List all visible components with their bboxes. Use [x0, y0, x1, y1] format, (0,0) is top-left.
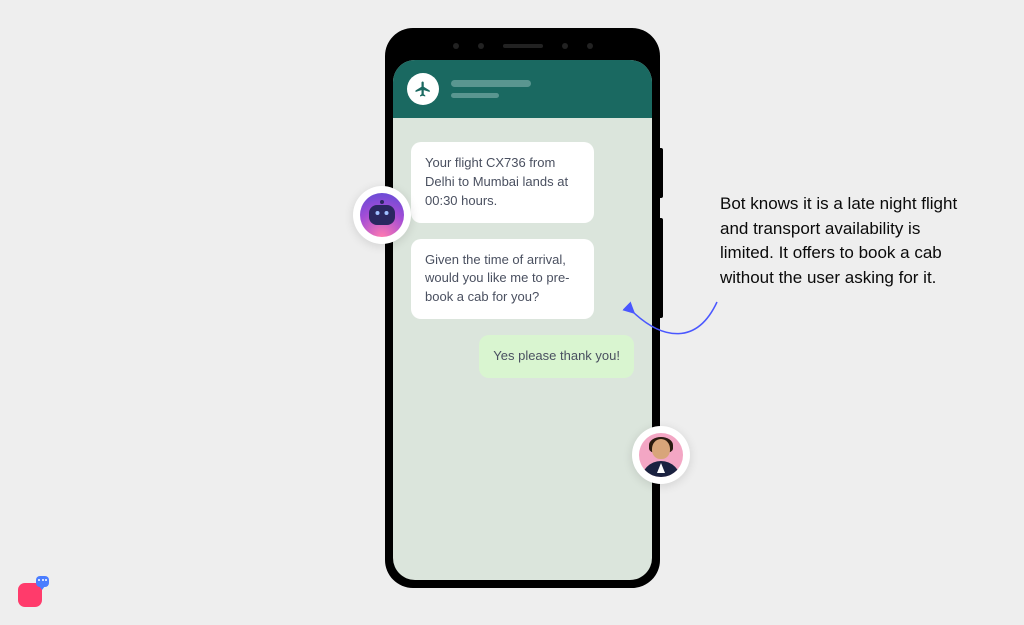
chat-header [393, 60, 652, 118]
airplane-icon [407, 73, 439, 105]
brand-logo [18, 579, 46, 607]
phone-sensors [453, 42, 593, 50]
bot-message: Your flight CX736 from Delhi to Mumbai l… [411, 142, 594, 223]
chat-header-title-placeholder [451, 80, 531, 98]
annotation-text: Bot knows it is a late night flight and … [720, 192, 965, 291]
user-avatar [632, 426, 690, 484]
phone-device-frame: Your flight CX736 from Delhi to Mumbai l… [385, 28, 660, 588]
messages-container: Your flight CX736 from Delhi to Mumbai l… [393, 118, 652, 580]
phone-side-button [660, 148, 663, 198]
bot-avatar [353, 186, 411, 244]
user-message: Yes please thank you! [479, 335, 634, 378]
chat-screen: Your flight CX736 from Delhi to Mumbai l… [393, 60, 652, 580]
annotation-arrow [625, 290, 725, 370]
bot-message: Given the time of arrival, would you lik… [411, 239, 594, 320]
